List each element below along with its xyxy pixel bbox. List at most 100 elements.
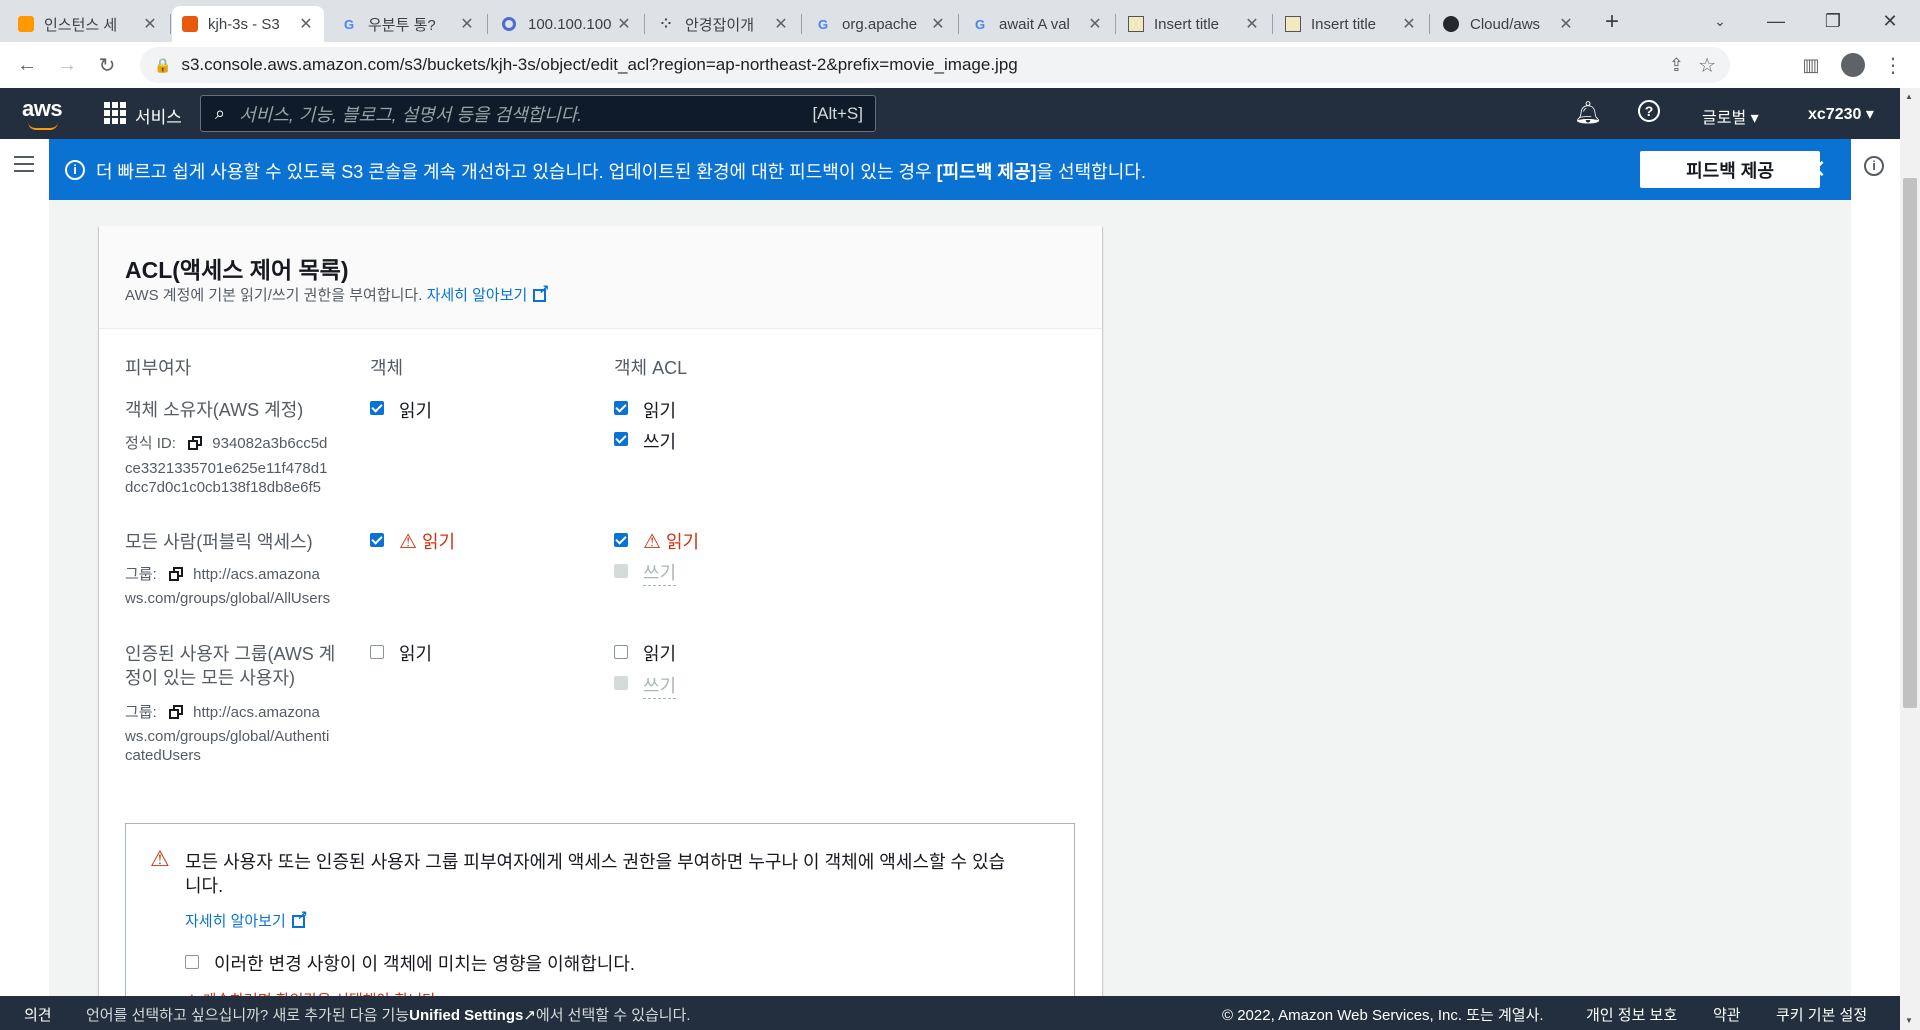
aws-logo[interactable]: aws: [22, 96, 63, 122]
authenticated-group-uri-line: catedUsers: [125, 747, 201, 764]
provide-feedback-button[interactable]: 피드백 제공: [1640, 151, 1820, 188]
dots-icon: ⁘: [660, 16, 672, 31]
sidepanel-icon[interactable]: ▥: [1794, 48, 1828, 82]
help-icon[interactable]: ?: [1638, 100, 1660, 122]
everyone-acl-read-checkbox[interactable]: [614, 533, 628, 547]
browser-tab[interactable]: Cloud/aws ✕: [1432, 6, 1584, 42]
grantee-everyone: 모든 사람(퍼블릭 액세스): [125, 532, 313, 552]
close-tab-icon[interactable]: ✕: [616, 14, 632, 34]
language-notice: 언어를 선택하고 싶으십니까? 새로 추가된 다음 기능Unified Sett…: [86, 1007, 691, 1024]
browser-tab[interactable]: 100.100.100 ✕: [490, 6, 642, 42]
feedback-banner: i 더 빠르고 쉽게 사용할 수 있도록 S3 콘솔을 계속 개선하고 있습니다…: [49, 139, 1851, 200]
google-icon: G: [343, 16, 355, 32]
eclipse-icon: [1128, 16, 1144, 32]
hamburger-menu-icon[interactable]: [14, 156, 34, 172]
aws-search-box[interactable]: ⌕ 서비스, 기능, 블로그, 설명서 등을 검색합니다. [Alt+S]: [200, 95, 876, 132]
notifications-bell-icon[interactable]: 🔔︎: [1574, 100, 1602, 126]
s3-icon: [182, 16, 198, 32]
warning-learn-more-link[interactable]: 자세히 알아보기: [185, 908, 308, 931]
acknowledge-label: 이러한 변경 사항이 이 객체에 미치는 영향을 이해합니다.: [214, 954, 635, 974]
back-icon[interactable]: ←: [10, 48, 44, 82]
authenticated-acl-read-checkbox[interactable]: [614, 645, 628, 659]
privacy-link[interactable]: 개인 정보 보호: [1586, 1004, 1677, 1025]
browser-menu-icon[interactable]: ⋮: [1876, 48, 1910, 82]
grantee-authenticated: 인증된 사용자 그룹(AWS 계: [125, 644, 336, 664]
acl-description: AWS 계정에 기본 읽기/쓰기 권한을 부여합니다. 자세히 알아보기: [125, 282, 550, 305]
authenticated-acl-write-checkbox[interactable]: [614, 676, 628, 690]
close-tab-icon[interactable]: ✕: [298, 14, 314, 34]
bookmark-star-icon[interactable]: ☆: [1698, 53, 1716, 78]
services-grid-icon[interactable]: [104, 102, 126, 124]
scrollbar-thumb[interactable]: [1903, 178, 1917, 708]
cookie-preferences-link[interactable]: 쿠키 기본 설정: [1776, 1004, 1867, 1025]
dismiss-banner-icon[interactable]: ✕: [1805, 154, 1827, 185]
browser-tab[interactable]: Insert title ✕: [1118, 6, 1270, 42]
unified-settings-link[interactable]: Unified Settings: [409, 1007, 523, 1024]
learn-more-link[interactable]: 자세히 알아보기: [427, 282, 550, 304]
restore-icon[interactable]: ❐: [1805, 0, 1861, 42]
close-tab-icon[interactable]: ✕: [1558, 14, 1574, 34]
close-tab-icon[interactable]: ✕: [1087, 14, 1103, 34]
checkbox-label: 쓰기: [643, 432, 677, 452]
copy-icon[interactable]: [188, 436, 203, 450]
scroll-up-icon[interactable]: ▲: [1905, 92, 1913, 101]
new-tab-button[interactable]: +: [1598, 8, 1626, 36]
acl-panel: ACL(액세스 제어 목록) AWS 계정에 기본 읽기/쓰기 권한을 부여합니…: [99, 226, 1102, 1006]
owner-acl-write-checkbox[interactable]: [614, 432, 628, 446]
browser-tab[interactable]: ⁘ 안경잡이개 ✕: [647, 6, 799, 42]
owner-object-read-checkbox[interactable]: [370, 401, 384, 415]
lock-icon[interactable]: 🔒: [154, 57, 171, 74]
scroll-down-icon[interactable]: ▼: [1905, 1016, 1913, 1025]
everyone-object-read-checkbox[interactable]: [370, 533, 384, 547]
browser-tab[interactable]: G 우분투 통? ✕: [330, 6, 485, 42]
close-tab-icon[interactable]: ✕: [459, 14, 475, 34]
close-tab-icon[interactable]: ✕: [930, 14, 946, 34]
close-tab-icon[interactable]: ✕: [1244, 14, 1260, 34]
github-icon: [1442, 15, 1460, 33]
minimize-icon[interactable]: —: [1748, 0, 1804, 42]
checkbox-label: 읽기: [643, 644, 677, 664]
owner-canonical-id: 정식 ID: 934082a3b6cc5d: [125, 435, 328, 452]
close-tab-icon[interactable]: ✕: [142, 14, 158, 34]
owner-acl-read-checkbox[interactable]: [614, 401, 628, 415]
close-tab-icon[interactable]: ✕: [773, 14, 789, 34]
external-link-icon: [291, 908, 308, 928]
column-grantee: 피부여자: [125, 358, 192, 378]
profile-avatar[interactable]: [1836, 48, 1870, 82]
browser-tab[interactable]: 인스턴스 세 ✕: [8, 6, 168, 42]
search-icon: ⌕: [215, 103, 226, 123]
eclipse-icon: [1285, 16, 1301, 32]
address-bar[interactable]: 🔒 s3.console.aws.amazon.com/s3/buckets/k…: [140, 47, 1730, 83]
browser-tab[interactable]: Insert title ✕: [1275, 6, 1427, 42]
owner-canonical-id-line: ce3321335701e625e11f478d1: [125, 460, 328, 477]
account-menu[interactable]: xc7230 ▾: [1808, 104, 1874, 124]
copyright: © 2022, Amazon Web Services, Inc. 또는 계열사…: [1222, 1007, 1544, 1024]
browser-tab[interactable]: G org.apache ✕: [804, 6, 956, 42]
reload-icon[interactable]: ↻: [90, 48, 124, 82]
copy-icon[interactable]: [168, 705, 183, 719]
browser-tab-strip: 인스턴스 세 ✕ kjh-3s - S3 ✕ G 우분투 통? ✕ 100.10…: [0, 0, 1920, 42]
feedback-link[interactable]: 의견: [24, 1004, 52, 1025]
everyone-acl-write-checkbox[interactable]: [614, 564, 628, 578]
warning-text-line: 니다.: [185, 876, 224, 896]
checkbox-label-disabled: 쓰기: [643, 672, 677, 699]
forward-icon[interactable]: →: [50, 48, 84, 82]
copy-icon[interactable]: [168, 567, 183, 581]
authenticated-object-read-checkbox[interactable]: [370, 645, 384, 659]
tab-search-icon[interactable]: ⌄: [1692, 0, 1748, 42]
right-tools-rail: [1851, 139, 1900, 996]
browser-tab[interactable]: G await A val ✕: [961, 6, 1113, 42]
region-selector[interactable]: 글로벌 ▾: [1702, 104, 1759, 128]
close-window-icon[interactable]: ✕: [1862, 0, 1918, 42]
authenticated-group-uri-line: ws.com/groups/global/Authenti: [125, 728, 330, 745]
info-panel-icon[interactable]: i: [1864, 156, 1884, 176]
acknowledge-checkbox[interactable]: [185, 955, 199, 969]
browser-tab-active[interactable]: kjh-3s - S3 ✕: [172, 6, 324, 42]
close-tab-icon[interactable]: ✕: [1401, 14, 1417, 34]
checkbox-label: 읽기: [643, 401, 677, 421]
share-icon[interactable]: ⇪: [1669, 55, 1684, 76]
services-menu[interactable]: 서비스: [135, 103, 182, 128]
page-scrollbar[interactable]: ▲ ▼: [1900, 88, 1920, 1030]
checkbox-label-disabled: 쓰기: [643, 559, 677, 586]
terms-link[interactable]: 약관: [1713, 1004, 1741, 1025]
